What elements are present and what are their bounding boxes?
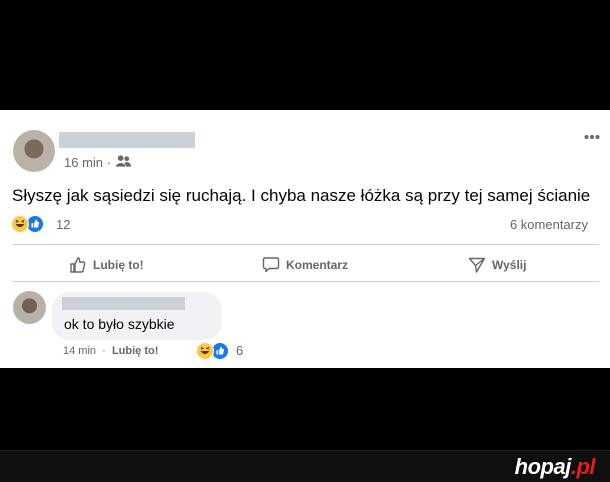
comment-text: ok to było szybkie: [64, 316, 175, 332]
comment-time[interactable]: 14 min: [63, 345, 96, 357]
send-button-label: Wyślij: [492, 258, 527, 272]
comment-meta-separator: ·: [102, 345, 106, 357]
watermark-tld: pl: [576, 454, 595, 479]
time-separator: ·: [106, 155, 111, 170]
comment-reaction-summary[interactable]: 6: [196, 342, 256, 362]
speech-bubble-icon: [262, 257, 280, 273]
post-text: Słyszę jak sąsiedzi się ruchają. I chyba…: [12, 186, 591, 205]
facebook-post-card: 16 min · Słyszę jak sąsiedzi się ruchają…: [0, 110, 610, 368]
like-button[interactable]: Lubię to!: [69, 254, 144, 276]
commenter-name-censored: [62, 297, 185, 310]
comment-button-label: Komentarz: [286, 258, 349, 272]
people-icon: [116, 155, 131, 167]
haha-reaction-icon: [196, 342, 214, 360]
send-button[interactable]: Wyślij: [468, 254, 526, 276]
watermark-brand: hopaj: [514, 454, 572, 479]
post-comments-count[interactable]: 6 komentarzy: [510, 217, 588, 232]
haha-reaction-icon: [11, 215, 29, 233]
send-icon: [468, 257, 486, 273]
post-reactions-count[interactable]: 12: [56, 217, 70, 232]
post-author-name-censored: [59, 132, 195, 148]
divider-top: [12, 244, 599, 245]
like-button-label: Lubię to!: [93, 258, 144, 272]
comment-like-link[interactable]: Lubię to!: [112, 345, 158, 357]
comment-reactions-count: 6: [236, 343, 244, 358]
comment-meta: 14 min · Lubię to!: [63, 345, 158, 357]
site-watermark: hopaj.pl: [514, 454, 596, 480]
post-author-avatar[interactable]: [13, 130, 55, 172]
thumb-up-icon: [70, 257, 86, 273]
post-time-value[interactable]: 16 min: [64, 155, 103, 170]
more-options-icon[interactable]: [584, 134, 600, 140]
reaction-summary[interactable]: 12 6 komentarzy: [11, 215, 601, 235]
commenter-avatar[interactable]: [13, 291, 46, 324]
post-time[interactable]: 16 min ·: [64, 155, 111, 170]
comment-button[interactable]: Komentarz: [262, 254, 348, 276]
divider-bottom: [12, 281, 599, 282]
